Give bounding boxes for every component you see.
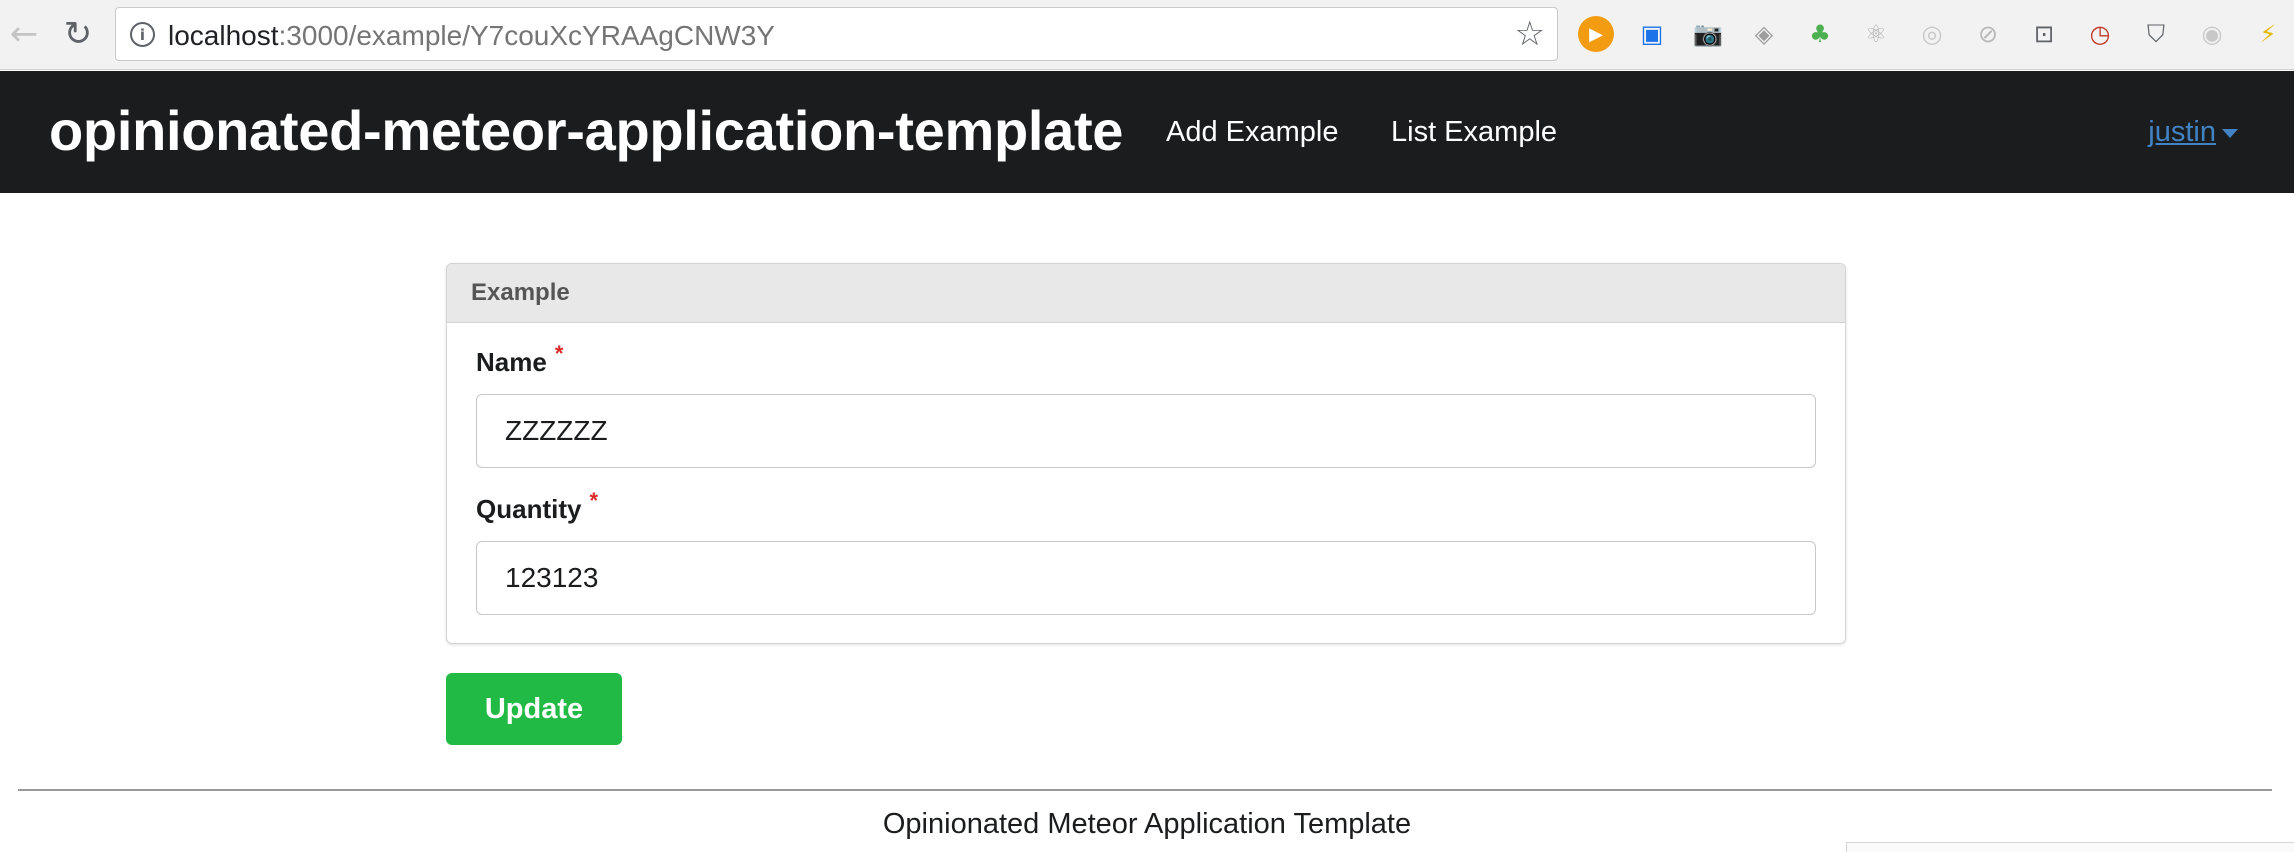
- segment-header: Example: [447, 264, 1845, 323]
- extension-camera-icon[interactable]: 📷: [1690, 16, 1726, 52]
- user-dropdown[interactable]: justin: [2148, 116, 2238, 149]
- back-arrow-icon[interactable]: ←: [2, 12, 46, 56]
- extension-orange-play-icon[interactable]: ▶: [1578, 16, 1614, 52]
- footer-text: Opinionated Meteor Application Template: [882, 808, 1412, 840]
- extension-cast-icon[interactable]: ⊡: [2026, 16, 2062, 52]
- extension-dark-shield-icon[interactable]: ⛉: [2138, 16, 2174, 52]
- quantity-label-text: Quantity: [476, 494, 582, 524]
- extension-yellow-edge-icon[interactable]: ⚡: [2250, 16, 2286, 52]
- segment-title: Example: [471, 279, 570, 306]
- url-host: localhost: [168, 20, 279, 51]
- quantity-input[interactable]: [476, 541, 1816, 615]
- caret-down-icon: [2222, 128, 2238, 138]
- extension-gray-shield-icon[interactable]: ◈: [1746, 16, 1782, 52]
- update-button[interactable]: Update: [446, 673, 622, 745]
- name-label: Name *: [476, 341, 563, 378]
- footer-divider: [18, 789, 2272, 791]
- required-asterisk: *: [554, 341, 564, 366]
- browser-toolbar: ← ↻ i localhost:3000/example/Y7couXcYRAA…: [0, 0, 2294, 70]
- extension-ublock-icon[interactable]: ◉: [2194, 16, 2230, 52]
- nav-list-example-link[interactable]: List Example: [1391, 116, 1557, 149]
- name-label-text: Name: [476, 347, 547, 377]
- bookmark-star-icon[interactable]: ☆: [1515, 14, 1545, 54]
- user-name: justin: [2148, 116, 2216, 148]
- quantity-label: Quantity *: [476, 488, 598, 525]
- required-asterisk: *: [589, 488, 599, 513]
- extension-blue-window-icon[interactable]: ▣: [1634, 16, 1670, 52]
- address-bar[interactable]: i localhost:3000/example/Y7couXcYRAAgCNW…: [115, 7, 1558, 61]
- bottom-right-panel-edge: [1846, 842, 2294, 852]
- extension-red-clock-icon[interactable]: ◷: [2082, 16, 2118, 52]
- extension-no-entry-icon[interactable]: ⊘: [1970, 16, 2006, 52]
- app-brand-title[interactable]: opinionated-meteor-application-template: [49, 98, 1123, 163]
- extension-react-atom-icon[interactable]: ⚛: [1858, 16, 1894, 52]
- extension-green-tree-icon[interactable]: ♣: [1802, 16, 1838, 52]
- extension-gray-circle-icon[interactable]: ◎: [1914, 16, 1950, 52]
- name-input[interactable]: [476, 394, 1816, 468]
- url-path: :3000/example/Y7couXcYRAAgCNW3Y: [278, 20, 775, 51]
- nav-add-example-link[interactable]: Add Example: [1166, 116, 1339, 149]
- site-info-icon[interactable]: i: [130, 22, 155, 47]
- url-text[interactable]: localhost:3000/example/Y7couXcYRAAgCNW3Y: [168, 20, 775, 52]
- top-navbar: opinionated-meteor-application-template …: [0, 71, 2294, 193]
- reload-icon[interactable]: ↻: [56, 12, 100, 56]
- example-form-segment: Example Name * Quantity *: [446, 263, 1846, 644]
